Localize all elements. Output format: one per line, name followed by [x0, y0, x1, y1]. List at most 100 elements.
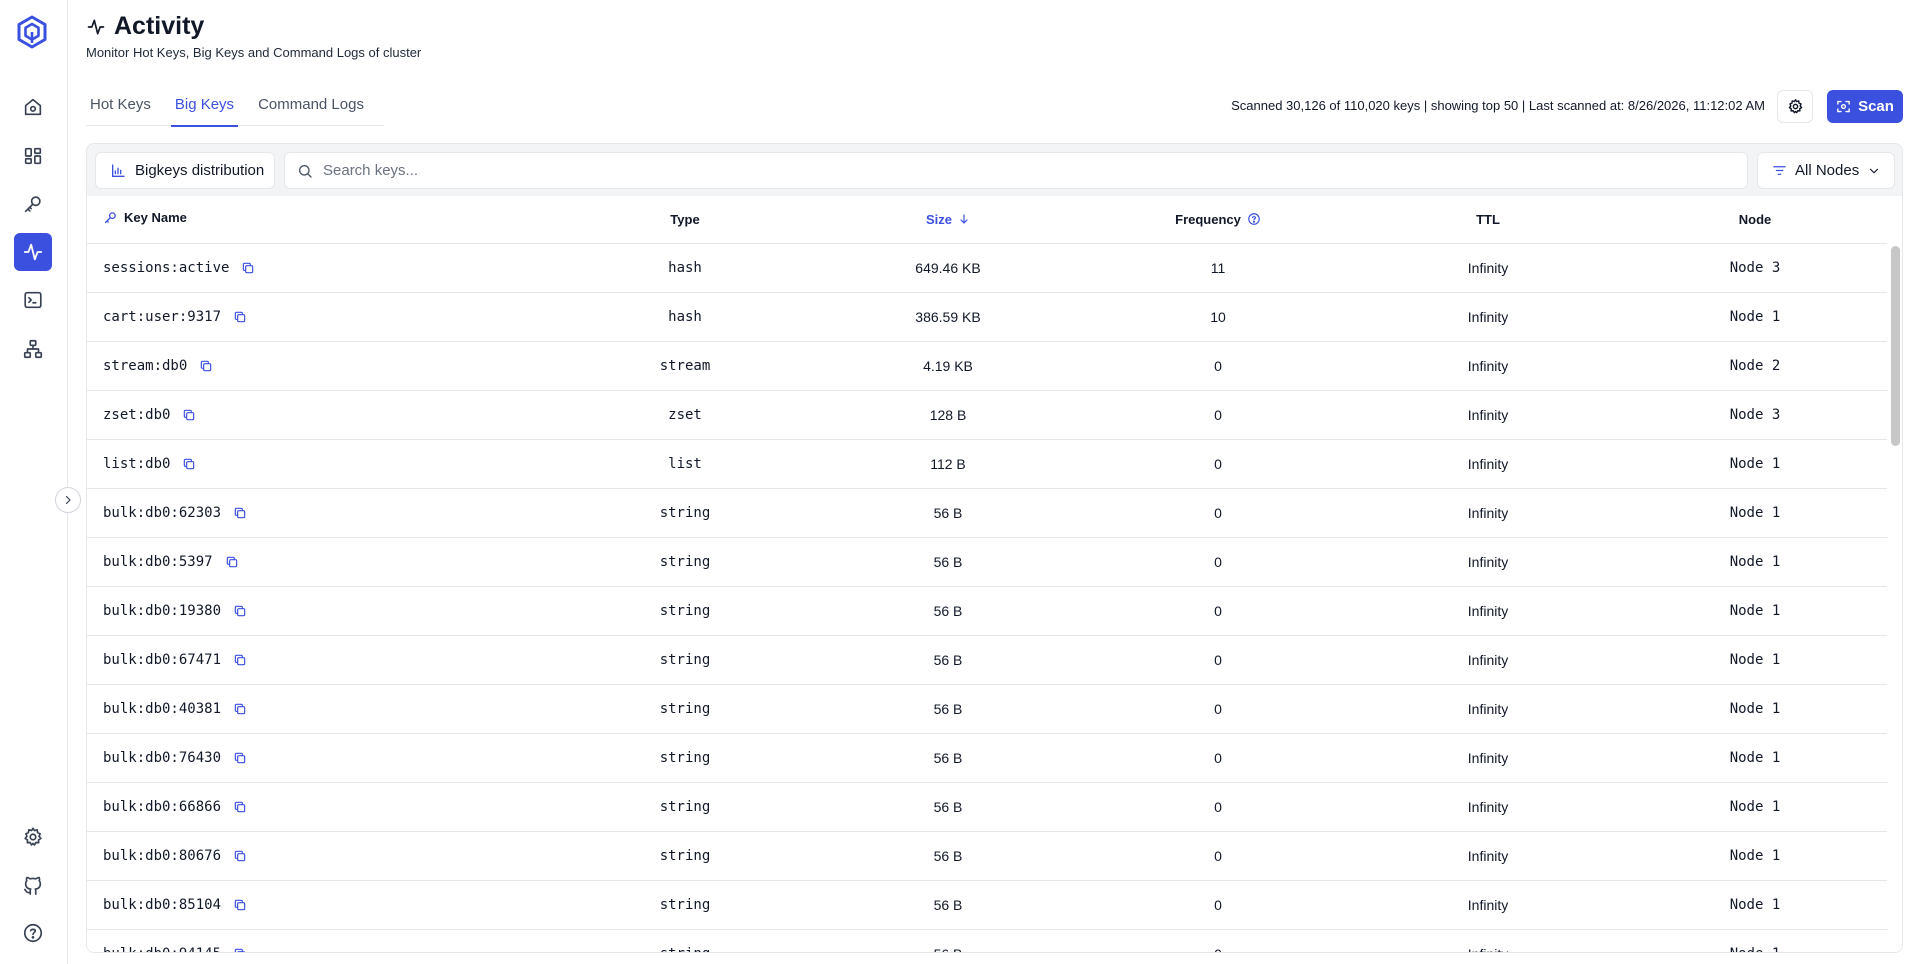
table-row[interactable]: bulk:db0:19380 string 56 B 0 Infinity Node 1 — [87, 586, 1887, 635]
help-icon — [23, 923, 43, 943]
sidebar-item-activity[interactable] — [14, 233, 52, 271]
key-name[interactable]: bulk:db0:66866 — [103, 799, 221, 815]
key-name[interactable]: bulk:db0:19380 — [103, 603, 221, 619]
ttl-cell: Infinity — [1353, 929, 1623, 953]
frequency-cell: 0 — [1214, 504, 1222, 521]
key-name[interactable]: bulk:db0:5397 — [103, 554, 213, 570]
copy-icon[interactable] — [199, 359, 213, 373]
copy-icon[interactable] — [233, 310, 247, 324]
table-row[interactable]: cart:user:9317 hash 386.59 KB 10 Infinity Nod… — [87, 292, 1887, 341]
key-name[interactable]: bulk:db0:85104 — [103, 897, 221, 913]
table-row[interactable]: bulk:db0:85104 string 56 B 0 Infinity Node 1 — [87, 880, 1887, 929]
big-keys-panel: Bigkeys distribution All Nodes Key Na — [86, 143, 1903, 953]
key-name[interactable]: stream:db0 — [103, 358, 187, 374]
table-row[interactable]: bulk:db0:62303 string 56 B 0 Infinity Node 1 — [87, 488, 1887, 537]
table-row[interactable]: list:db0 list 112 B 0 Infinity Node 1 — [87, 439, 1887, 488]
tab-bar: Hot Keys Big Keys Command Logs — [86, 92, 384, 127]
scan-button[interactable]: Scan — [1827, 90, 1903, 123]
sidebar-item-terminal[interactable] — [14, 281, 52, 319]
sidebar-item-cluster[interactable] — [14, 330, 52, 368]
frequency-cell: 0 — [1214, 553, 1222, 570]
tab-big-keys[interactable]: Big Keys — [170, 92, 239, 127]
copy-icon[interactable] — [233, 849, 247, 863]
copy-icon[interactable] — [233, 898, 247, 912]
node-filter-dropdown[interactable]: All Nodes — [1757, 152, 1895, 189]
node-cell: Node 1 — [1729, 455, 1781, 472]
ttl-cell: Infinity — [1467, 308, 1509, 325]
copy-icon[interactable] — [233, 702, 247, 716]
table-row[interactable]: bulk:db0:67471 string 56 B 0 Infinity Node 1 — [87, 635, 1887, 684]
table-row[interactable]: zset:db0 zset 128 B 0 Infinity Node 3 — [87, 390, 1887, 439]
frequency-cell: 11 — [1210, 259, 1226, 276]
cluster-icon — [23, 339, 43, 359]
copy-icon[interactable] — [182, 408, 196, 422]
sidebar-item-home[interactable] — [14, 88, 52, 126]
key-name-cell: bulk:db0:62303 — [87, 488, 557, 537]
sidebar-item-help[interactable] — [14, 914, 52, 952]
tab-command-logs[interactable]: Command Logs — [254, 92, 368, 126]
column-header-frequency[interactable]: Frequency — [1083, 196, 1353, 244]
key-name[interactable]: bulk:db0:94145 — [103, 946, 221, 952]
copy-icon[interactable] — [233, 506, 247, 520]
table-row[interactable]: bulk:db0:40381 string 56 B 0 Infinity Node 1 — [87, 684, 1887, 733]
key-name[interactable]: bulk:db0:76430 — [103, 750, 221, 766]
copy-icon[interactable] — [182, 457, 196, 471]
copy-icon[interactable] — [233, 604, 247, 618]
node-cell: Node 1 — [1729, 651, 1781, 668]
frequency-cell: 0 — [1083, 929, 1353, 953]
column-header-type[interactable]: Type — [557, 196, 813, 244]
copy-icon[interactable] — [233, 800, 247, 814]
table-row[interactable]: bulk:db0:94145 string56 B0InfinityNode 1 — [87, 929, 1887, 953]
column-header-size[interactable]: Size — [813, 196, 1083, 244]
key-name[interactable]: bulk:db0:40381 — [103, 701, 221, 717]
node-cell: Node 1 — [1729, 308, 1781, 325]
sidebar-expand-button[interactable] — [55, 487, 81, 513]
copy-icon[interactable] — [241, 261, 255, 275]
key-name[interactable]: zset:db0 — [103, 407, 170, 423]
sidebar-item-dashboard[interactable] — [14, 137, 52, 175]
table-row[interactable]: bulk:db0:80676 string 56 B 0 Infinity Node 1 — [87, 831, 1887, 880]
type-cell: string — [659, 602, 711, 619]
key-name[interactable]: bulk:db0:62303 — [103, 505, 221, 521]
sidebar-item-settings[interactable] — [14, 818, 52, 856]
ttl-cell: Infinity — [1467, 847, 1509, 864]
key-name[interactable]: list:db0 — [103, 456, 170, 472]
column-header-node[interactable]: Node — [1623, 196, 1887, 244]
size-cell: 128 B — [929, 406, 967, 423]
key-name-cell: bulk:db0:94145 — [87, 929, 557, 952]
node-cell: Node 1 — [1729, 602, 1781, 619]
search-input[interactable] — [323, 162, 1703, 179]
key-name[interactable]: cart:user:9317 — [103, 309, 221, 325]
scan-button-label: Scan — [1858, 98, 1894, 115]
key-name[interactable]: sessions:active — [103, 260, 229, 276]
table-scrollbar[interactable] — [1891, 246, 1900, 446]
key-name[interactable]: bulk:db0:80676 — [103, 848, 221, 864]
app-logo-icon[interactable] — [12, 12, 52, 52]
table-row[interactable]: bulk:db0:76430 string 56 B 0 Infinity Node 1 — [87, 733, 1887, 782]
search-icon — [299, 164, 312, 178]
help-icon[interactable] — [1247, 212, 1261, 226]
key-name[interactable]: bulk:db0:67471 — [103, 652, 221, 668]
table-row[interactable]: sessions:active hash 649.46 KB 11 Infinity No… — [87, 243, 1887, 292]
node-filter-label: All Nodes — [1795, 162, 1860, 179]
sidebar-item-github[interactable] — [14, 866, 52, 904]
copy-icon[interactable] — [225, 555, 239, 569]
bigkeys-distribution-button[interactable]: Bigkeys distribution — [95, 152, 275, 189]
tab-hot-keys[interactable]: Hot Keys — [86, 92, 155, 126]
table-row[interactable]: bulk:db0:5397 string 56 B 0 Infinity Node 1 — [87, 537, 1887, 586]
type-cell: string — [659, 553, 711, 570]
table-row[interactable]: stream:db0 stream 4.19 KB 0 Infinity Node 2 — [87, 341, 1887, 390]
copy-icon[interactable] — [233, 947, 247, 952]
page-header: Activity — [86, 12, 204, 41]
chevron-down-icon — [1870, 168, 1879, 173]
copy-icon[interactable] — [233, 751, 247, 765]
node-cell: Node 1 — [1729, 798, 1781, 815]
copy-icon[interactable] — [233, 653, 247, 667]
column-header-key-name[interactable]: Key Name — [87, 196, 557, 244]
size-cell: 56 B — [933, 749, 963, 766]
size-cell: 56 B — [933, 504, 963, 521]
scan-settings-button[interactable] — [1777, 90, 1813, 123]
column-header-ttl[interactable]: TTL — [1353, 196, 1623, 244]
sidebar-item-keys[interactable] — [14, 185, 52, 223]
table-row[interactable]: bulk:db0:66866 string 56 B 0 Infinity Node 1 — [87, 782, 1887, 831]
